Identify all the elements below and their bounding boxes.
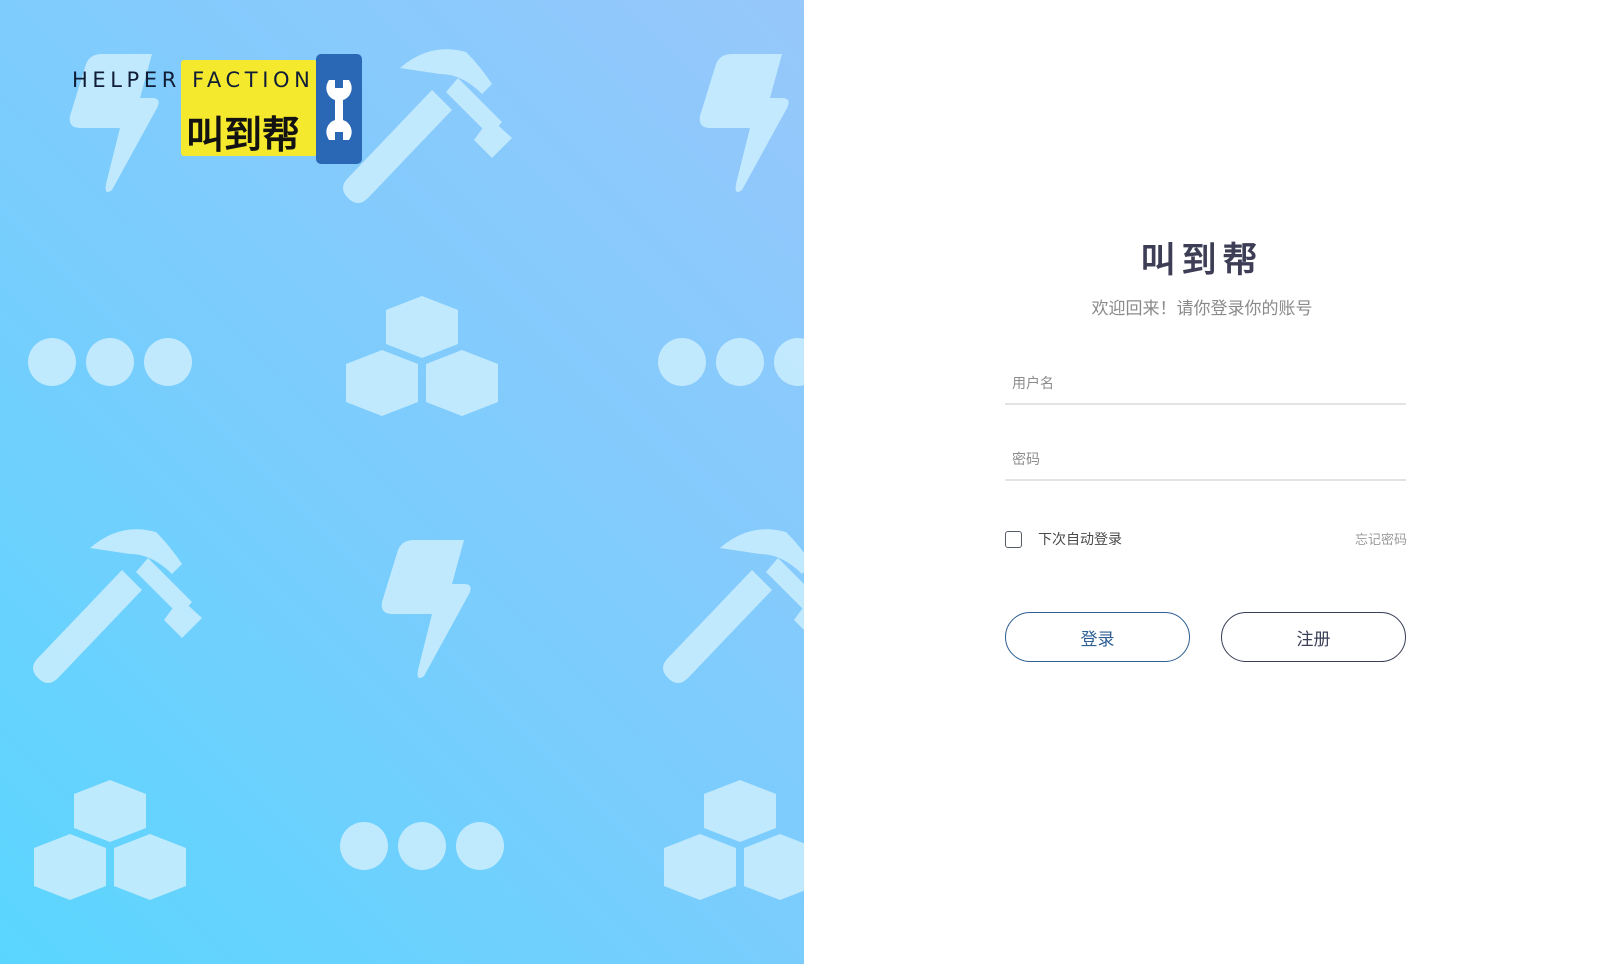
page-title: 叫到帮 <box>1140 241 1264 281</box>
username-input[interactable] <box>1005 365 1406 405</box>
login-page: HELPER FACTION 叫到帮 叫到帮 欢迎回来！请你登录你的账号 下次自… <box>0 0 1600 964</box>
logo-text-en: HELPER FACTION <box>72 68 315 92</box>
login-panel: 叫到帮 欢迎回来！请你登录你的账号 下次自动登录 忘记密码 登录 注册 <box>804 0 1600 964</box>
more-dots-icon <box>658 338 804 386</box>
hammer-icon <box>663 529 804 683</box>
hammer-icon <box>343 49 512 203</box>
register-button[interactable]: 注册 <box>1221 612 1406 662</box>
cubes-icon <box>34 780 186 900</box>
hammer-icon <box>33 529 202 683</box>
password-input[interactable] <box>1005 441 1406 481</box>
remember-checkbox[interactable] <box>1005 530 1022 548</box>
more-dots-icon <box>28 338 192 386</box>
page-subtitle: 欢迎回来！请你登录你的账号 <box>1091 299 1313 319</box>
remember-me-toggle[interactable]: 下次自动登录 <box>1005 529 1122 549</box>
cubes-icon <box>664 780 804 900</box>
login-button[interactable]: 登录 <box>1005 612 1190 662</box>
brand-logo: HELPER FACTION 叫到帮 <box>72 54 362 164</box>
wrench-icon <box>326 80 352 140</box>
more-dots-icon <box>340 822 504 870</box>
lightning-icon <box>381 540 471 678</box>
lightning-icon <box>699 54 789 192</box>
logo-text-cn: 叫到帮 <box>186 113 301 157</box>
cubes-icon <box>346 296 498 416</box>
logo-blue-block <box>316 54 362 164</box>
forgot-password-link[interactable]: 忘记密码 <box>1314 529 1407 548</box>
hero-panel: HELPER FACTION 叫到帮 <box>0 0 804 964</box>
remember-label: 下次自动登录 <box>1038 532 1122 548</box>
